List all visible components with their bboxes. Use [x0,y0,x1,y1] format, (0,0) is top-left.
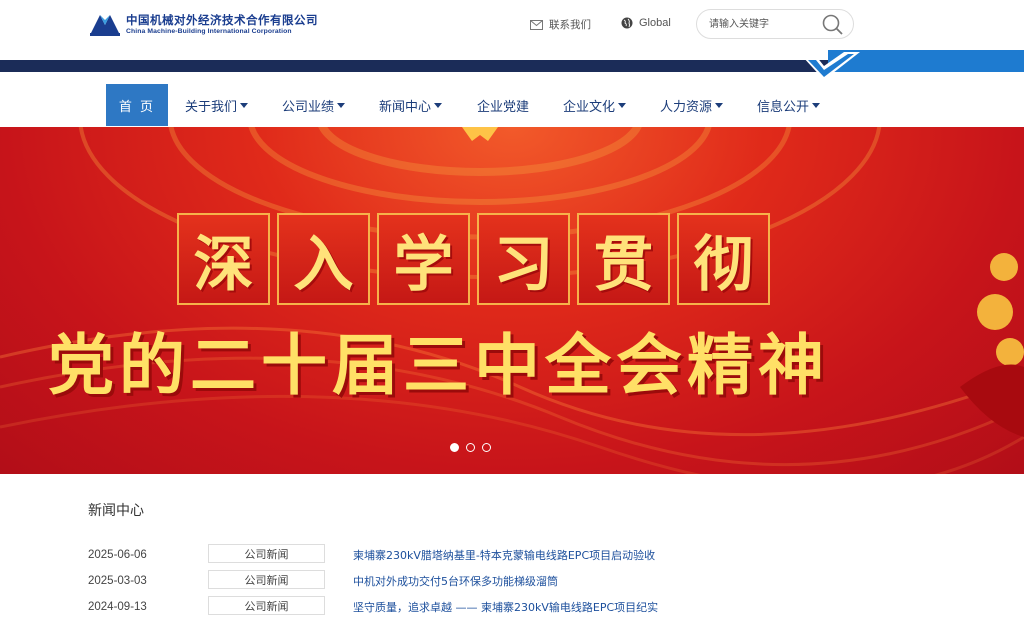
news-section: 新闻中心 2025-06-06 公司新闻 柬埔寨230kV腊塔纳基里-特本克蒙输… [88,500,848,622]
nav-item-performance[interactable]: 公司业绩 [282,84,346,126]
nav-item-disclosure[interactable]: 信息公开 [757,84,821,126]
news-date: 2025-03-03 [88,575,147,587]
banner-tile: 贯 [577,213,670,305]
search-icon[interactable] [821,13,845,37]
banner-tile: 入 [277,213,370,305]
main-nav: 首 页 关于我们 公司业绩 新闻中心 企业党建 企业文化 人力资源 信息公开 [0,80,1024,132]
banner-headline: 党的二十届三中全会精神 [48,327,829,404]
search-box[interactable] [696,9,854,39]
global-link[interactable]: Global [621,17,671,29]
nav-label: 信息公开 [757,99,810,115]
nav-label: 公司业绩 [282,99,335,115]
header-stripe [0,50,1024,80]
caret-down-icon [812,102,821,108]
hero-banner[interactable]: 深 入 学 习 贯 彻 党的二十届三中全会精神 [0,127,1024,474]
news-headline-link[interactable]: 柬埔寨230kV腊塔纳基里-特本克蒙输电线路EPC项目启动验收 [353,547,655,563]
global-label: Global [639,17,671,29]
contact-us-label: 联系我们 [549,19,591,31]
nav-label: 人力资源 [660,99,713,115]
nav-item-news[interactable]: 新闻中心 [379,84,443,126]
caret-down-icon [337,102,346,108]
nav-label: 新闻中心 [379,99,432,115]
news-category[interactable]: 公司新闻 [208,570,325,589]
news-section-title: 新闻中心 [88,503,144,519]
nav-label: 企业文化 [563,99,616,115]
nav-label: 企业党建 [477,99,530,115]
company-logo[interactable]: 中国机械对外经济技术合作有限公司 China Machine-Building … [88,11,318,37]
search-input[interactable] [709,16,819,33]
news-date: 2024-09-13 [88,601,147,613]
carousel-dot-2[interactable] [466,443,475,452]
logo-chinese-name: 中国机械对外经济技术合作有限公司 [126,12,318,27]
stripe-dark-band [0,60,840,72]
news-headline-link[interactable]: 坚守质量，追求卓越 —— 柬埔寨230kV输电线路EPC项目纪实 [353,599,658,615]
nav-item-hr[interactable]: 人力资源 [660,84,724,126]
banner-tile: 彻 [677,213,770,305]
banner-tile: 习 [477,213,570,305]
nav-item-home[interactable]: 首 页 [106,84,168,126]
carousel-dot-1[interactable] [450,443,459,452]
news-date: 2025-06-06 [88,549,147,561]
news-row: 2025-06-06 公司新闻 柬埔寨230kV腊塔纳基里-特本克蒙输电线路EP… [88,544,848,570]
caret-down-icon [618,102,627,108]
news-row: 2024-09-13 公司新闻 坚守质量，追求卓越 —— 柬埔寨230kV输电线… [88,596,848,622]
news-category[interactable]: 公司新闻 [208,544,325,563]
globe-icon [621,17,633,29]
carousel-dot-3[interactable] [482,443,491,452]
checkmark-icon [802,52,860,80]
caret-down-icon [715,102,724,108]
header: 中国机械对外经济技术合作有限公司 China Machine-Building … [0,0,1024,50]
banner-tile: 深 [177,213,270,305]
caret-down-icon [434,102,443,108]
news-category[interactable]: 公司新闻 [208,596,325,615]
contact-us-link[interactable]: 联系我们 [530,17,591,32]
nav-item-culture[interactable]: 企业文化 [563,84,627,126]
news-headline-link[interactable]: 中机对外成功交付5台环保多功能梯级溜筒 [353,573,558,589]
logo-mark-icon [90,15,120,36]
caret-down-icon [240,102,249,108]
nav-label: 关于我们 [185,99,238,115]
nav-item-party[interactable]: 企业党建 [477,84,529,126]
logo-english-name: China Machine-Building International Cor… [126,27,292,35]
mail-icon [530,19,543,30]
nav-item-about[interactable]: 关于我们 [185,84,249,126]
news-row: 2025-03-03 公司新闻 中机对外成功交付5台环保多功能梯级溜筒 [88,570,848,596]
banner-tile: 学 [377,213,470,305]
carousel-dots [450,443,498,452]
